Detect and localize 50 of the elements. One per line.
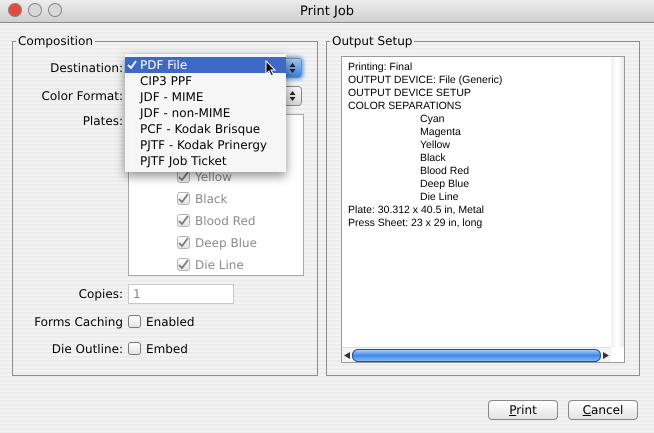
output-line: OUTPUT DEVICE SETUP bbox=[348, 87, 472, 100]
menu-item[interactable]: PCF - Kodak Brisque bbox=[125, 121, 286, 137]
checkmark-icon bbox=[178, 215, 189, 226]
print-button[interactable]: Print bbox=[488, 400, 558, 420]
output-line: Plate: 30.312 x 40.5 in, Metal bbox=[348, 204, 486, 217]
menu-item[interactable]: JDF - MIME bbox=[125, 89, 286, 105]
copies-field[interactable]: 1 bbox=[128, 284, 234, 304]
menu-item[interactable]: JDF - non-MIME bbox=[125, 105, 286, 121]
vertical-scrollbar[interactable] bbox=[611, 57, 624, 347]
output-line: Yellow bbox=[419, 139, 451, 152]
checkmark-icon bbox=[178, 171, 189, 182]
cancel-button[interactable]: Cancel bbox=[568, 400, 638, 420]
field-label: Die Outline: bbox=[50, 342, 123, 356]
output-line: Printing: Final bbox=[348, 61, 414, 74]
close-button[interactable] bbox=[8, 3, 22, 17]
field-label: Forms Caching bbox=[33, 314, 123, 328]
checkmark-icon bbox=[178, 259, 189, 270]
output-line: Black bbox=[419, 152, 447, 165]
window-button[interactable] bbox=[48, 3, 62, 17]
menu-item[interactable]: PJTF Job Ticket bbox=[125, 153, 286, 169]
menu-item[interactable]: PJTF - Kodak Prinergy bbox=[125, 137, 286, 153]
field-label: Color Format: bbox=[40, 89, 123, 103]
group-title: Output Setup bbox=[330, 33, 414, 49]
stepper-arrows-icon bbox=[288, 62, 296, 74]
menu-item[interactable]: CIP3 PPF bbox=[125, 73, 286, 89]
output-line: OUTPUT DEVICE: File (Generic) bbox=[348, 74, 504, 87]
output-line: Blood Red bbox=[419, 165, 470, 178]
right-arrow-icon bbox=[603, 352, 609, 358]
output-line: Press Sheet: 23 x 29 in, long bbox=[348, 217, 484, 230]
left-arrow-icon bbox=[344, 352, 350, 358]
output-line: Deep Blue bbox=[419, 178, 470, 191]
menu-item[interactable]: PDF File bbox=[125, 57, 286, 73]
stepper-arrows-icon bbox=[288, 90, 296, 102]
window-button[interactable] bbox=[28, 3, 42, 17]
horizontal-scrollbar[interactable] bbox=[342, 347, 611, 362]
field-label: Plates: bbox=[82, 114, 123, 128]
group-title: Composition bbox=[16, 33, 95, 49]
output-line: Magenta bbox=[419, 126, 462, 139]
field-label: Destination: bbox=[49, 61, 123, 75]
checkmark-icon bbox=[127, 60, 137, 70]
window-title: Print Job bbox=[300, 4, 354, 18]
output-line: COLOR SEPARATIONS bbox=[348, 100, 462, 113]
option-checkbox[interactable]: Embed bbox=[128, 339, 308, 358]
pointer-icon bbox=[265, 60, 276, 77]
output-line: Cyan bbox=[419, 113, 446, 126]
checkmark-icon bbox=[178, 193, 189, 204]
output-line: Die Line bbox=[419, 191, 460, 204]
option-checkbox[interactable]: Enabled bbox=[128, 312, 308, 331]
checkmark-icon bbox=[178, 237, 189, 248]
field-label: Copies: bbox=[78, 287, 123, 301]
